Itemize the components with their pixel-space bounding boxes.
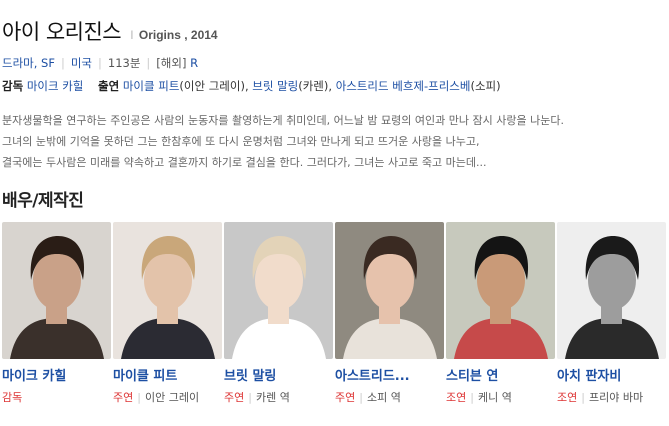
synopsis-line: 결국에는 두사람은 미래를 약속하고 결혼까지 하기로 결심을 한다. 그러다가… bbox=[2, 156, 487, 169]
synopsis-line: 분자생물학을 연구하는 주인공은 사람의 눈동자를 촬영하는게 취미인데, 어느… bbox=[2, 114, 564, 127]
divider: | bbox=[60, 56, 65, 70]
role-type: 주연 bbox=[224, 391, 245, 404]
person-name[interactable]: 마이크 카힐 bbox=[2, 365, 111, 384]
person-card[interactable]: 아스트리드... 주연 | 소피 역 bbox=[335, 222, 444, 405]
genre-link[interactable]: 드라마, SF bbox=[2, 56, 55, 70]
synopsis-line: 그녀의 눈밖에 기억을 못하던 그는 한참후에 또 다시 운명처럼 그녀와 만나… bbox=[2, 135, 480, 148]
character-name: 카렌 역 bbox=[255, 391, 290, 404]
cast-link[interactable]: 마이클 피트 bbox=[123, 79, 180, 93]
section-title: 배우/제작진 bbox=[2, 191, 84, 211]
cast-link[interactable]: 브릿 말링 bbox=[252, 79, 298, 93]
movie-title-row: 아이 오리진스 I Origins , 2014 bbox=[2, 16, 218, 46]
person-card[interactable]: 아치 판자비조연 | 프리야 바마 bbox=[557, 222, 666, 405]
original-title: I Origins , 2014 bbox=[130, 28, 217, 42]
cast-role: (카렌) bbox=[298, 79, 329, 93]
role-type: 조연 bbox=[557, 391, 578, 404]
person-role: 주연 | 소피 역 bbox=[335, 389, 444, 405]
person-photo[interactable] bbox=[2, 222, 111, 359]
person-photo[interactable] bbox=[446, 222, 555, 359]
role-type: 주연 bbox=[335, 391, 356, 404]
original-title-text: Origins , 2014 bbox=[138, 28, 218, 42]
role-type: 조연 bbox=[446, 391, 467, 404]
person-role: 조연 | 프리야 바마 bbox=[557, 389, 666, 405]
person-photo[interactable] bbox=[113, 222, 222, 359]
divider: | bbox=[137, 391, 141, 404]
person-name[interactable]: 아치 판자비 bbox=[557, 365, 666, 384]
divider: | bbox=[470, 391, 474, 404]
runtime: 113분 bbox=[107, 56, 141, 70]
person-name[interactable]: 브릿 말링 bbox=[224, 365, 333, 384]
cast-label: 출연 bbox=[98, 79, 120, 93]
character-name: 이안 그레이 bbox=[144, 391, 200, 404]
movie-title: 아이 오리진스 bbox=[2, 20, 122, 44]
director-label: 감독 bbox=[2, 79, 24, 93]
person-role: 감독 bbox=[2, 389, 111, 405]
overseas-label: [해외] bbox=[156, 56, 187, 70]
person-card[interactable]: 마이클 피트주연 | 이안 그레이 bbox=[113, 222, 222, 405]
title-separator: I bbox=[130, 28, 134, 42]
character-name: 케니 역 bbox=[477, 391, 512, 404]
divider: | bbox=[98, 56, 102, 70]
person-photo[interactable] bbox=[224, 222, 333, 359]
person-name[interactable]: 스티븐 연 bbox=[446, 365, 555, 384]
person-role: 주연 | 이안 그레이 bbox=[113, 389, 222, 405]
person-card[interactable]: 스티븐 연조연 | 케니 역 bbox=[446, 222, 555, 405]
role-type: 감독 bbox=[2, 391, 23, 404]
person-name[interactable]: 마이클 피트 bbox=[113, 365, 222, 384]
person-role: 주연 | 카렌 역 bbox=[224, 389, 333, 405]
person-card[interactable]: 브릿 말링주연 | 카렌 역 bbox=[224, 222, 333, 405]
divider: | bbox=[248, 391, 252, 404]
people-list: 마이크 카힐 감독 마이클 피트 주연 | 이안 그레이 브릿 말링 주연 | 카렌 역 아스트리드… bbox=[0, 222, 669, 426]
cast-link[interactable]: 아스트리드 베흐제-프리스베 bbox=[336, 79, 471, 93]
divider: | bbox=[146, 56, 151, 70]
rating-link[interactable]: R bbox=[190, 56, 198, 70]
divider: | bbox=[581, 391, 585, 404]
cast-role: (이안 그레이) bbox=[179, 79, 245, 93]
divider: | bbox=[359, 391, 363, 404]
credits-line: 감독 마이크 카힐 출연 마이클 피트(이안 그레이), 브릿 말링(카렌), … bbox=[2, 79, 501, 93]
person-photo[interactable] bbox=[557, 222, 666, 359]
country-link[interactable]: 미국 bbox=[71, 56, 92, 70]
synopsis: 분자생물학을 연구하는 주인공은 사람의 눈동자를 촬영하는게 취미인데, 어느… bbox=[2, 110, 667, 173]
character-name: 프리야 바마 bbox=[588, 391, 644, 404]
movie-meta: 드라마, SF | 미국 | 113분 | [해외] R bbox=[2, 55, 198, 71]
person-role: 조연 | 케니 역 bbox=[446, 389, 555, 405]
person-card[interactable]: 마이크 카힐감독 bbox=[2, 222, 111, 405]
role-type: 주연 bbox=[113, 391, 134, 404]
person-name[interactable]: 아스트리드... bbox=[335, 365, 444, 384]
director-link[interactable]: 마이크 카힐 bbox=[27, 79, 84, 93]
cast-role: (소피) bbox=[470, 79, 501, 93]
character-name: 소피 역 bbox=[366, 391, 401, 404]
person-photo[interactable] bbox=[335, 222, 444, 359]
